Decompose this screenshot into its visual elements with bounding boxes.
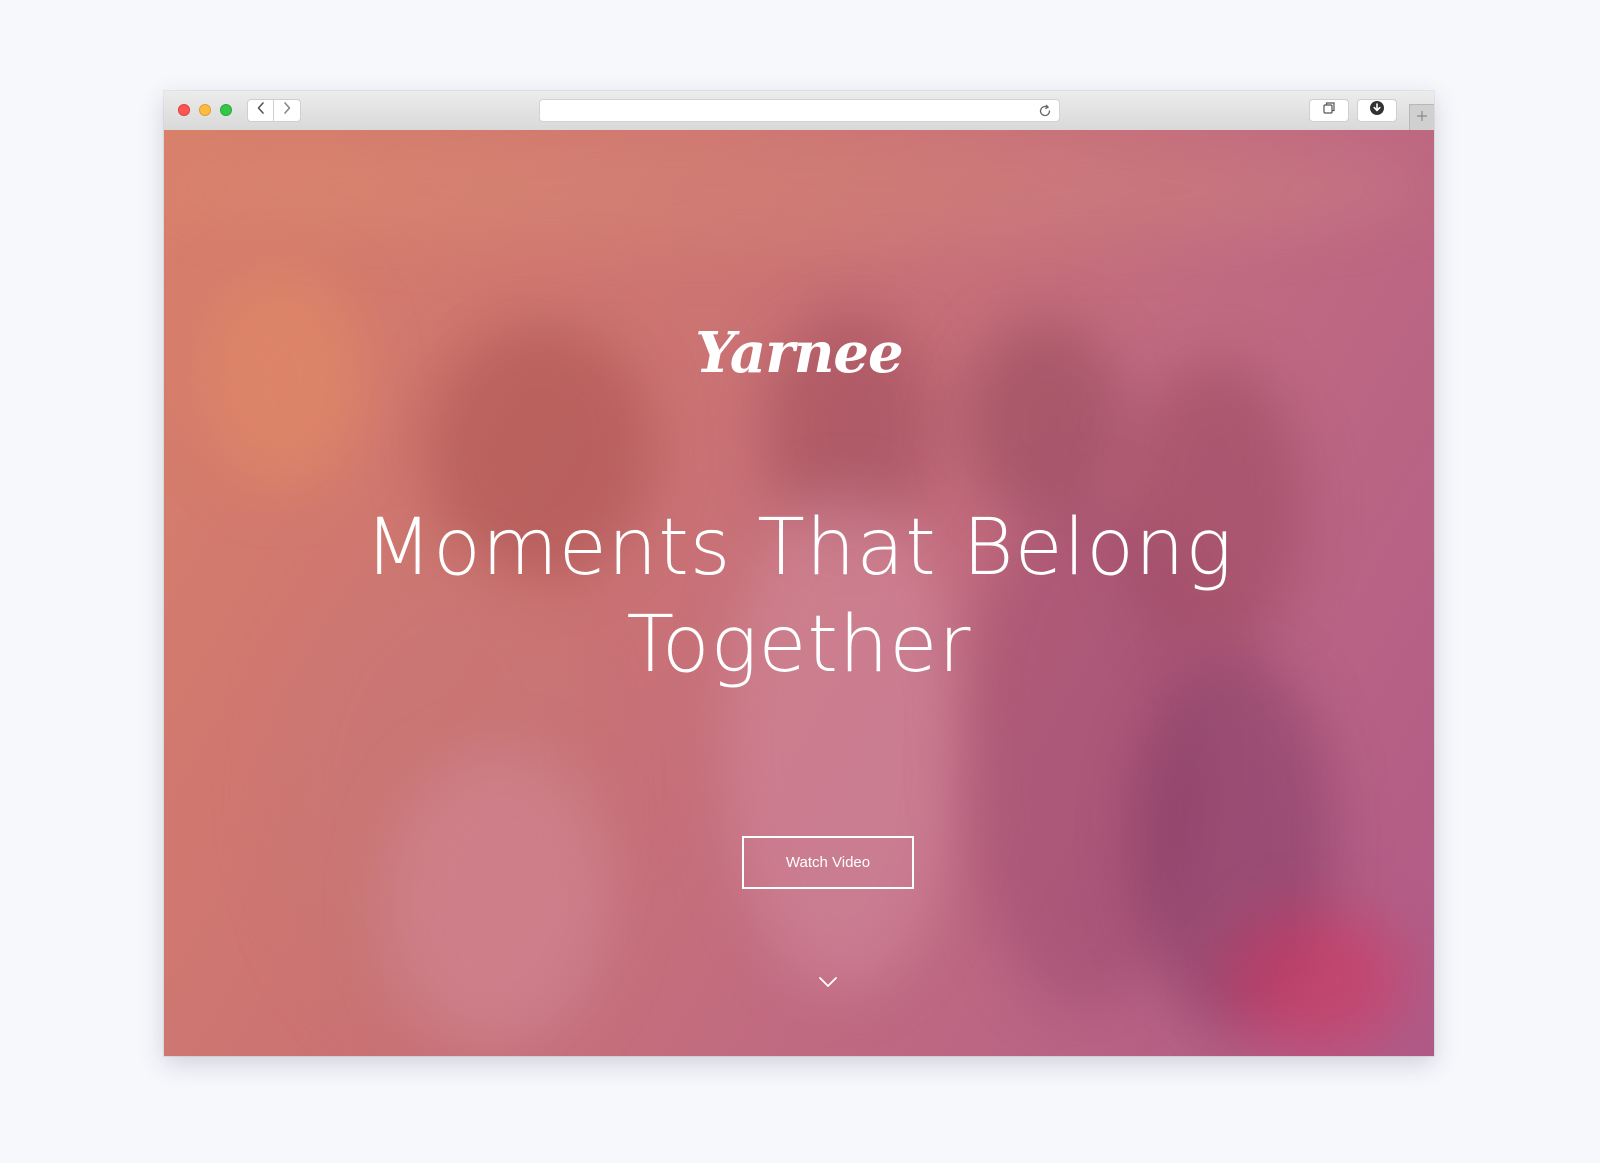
hero-section: Yarnee Moments That Belong Together Watc… [164,130,1434,1056]
download-icon [1369,100,1385,121]
scroll-down-button[interactable] [816,976,840,992]
tabs-overview-icon [1322,101,1336,120]
hero-headline: Moments That Belong Together [164,500,1434,694]
plus-icon [1416,109,1428,127]
address-bar[interactable] [539,99,1060,122]
forward-button[interactable] [274,99,301,122]
minimize-window-button[interactable] [199,104,211,116]
chevron-left-icon [256,101,266,120]
hero-headline-line-1: Moments That Belong [364,503,1234,593]
close-window-button[interactable] [178,104,190,116]
hero-headline-line-2: Together [626,600,972,690]
browser-toolbar [164,91,1434,131]
chevron-down-icon [818,975,838,993]
back-button[interactable] [247,99,274,122]
download-button[interactable] [1357,99,1397,122]
maximize-window-button[interactable] [220,104,232,116]
chevron-right-icon [282,101,292,120]
tabs-overview-button[interactable] [1309,99,1349,122]
hero-content: Yarnee Moments That Belong Together Watc… [164,130,1434,1056]
browser-window: Yarnee Moments That Belong Together Watc… [164,91,1434,1056]
watch-video-button[interactable]: Watch Video [742,836,914,889]
brand-logo[interactable]: Yarnee [164,320,1434,386]
new-tab-button[interactable] [1409,104,1434,130]
reload-icon[interactable] [1037,103,1053,119]
